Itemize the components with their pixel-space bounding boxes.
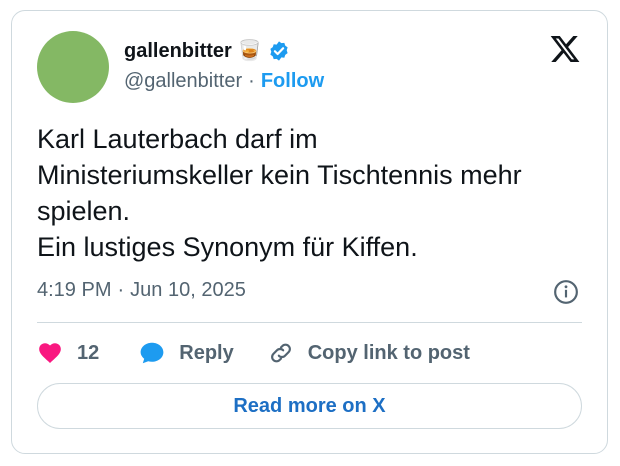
handle-separator: · [248, 70, 255, 92]
read-more-button[interactable]: Read more on X [37, 383, 582, 429]
x-logo-icon[interactable] [549, 33, 581, 65]
link-icon [270, 343, 291, 363]
action-bar: 12 Reply Copy link to post [37, 337, 470, 369]
tweet-timestamp[interactable]: 4:19 PM · Jun 10, 2025 [37, 279, 246, 302]
like-count: 12 [77, 341, 100, 364]
reply-label: Reply [179, 341, 234, 364]
author-name-row: gallenbitter 🥃 [124, 38, 290, 63]
like-button[interactable]: 12 [37, 340, 99, 366]
follow-button[interactable]: Follow [261, 70, 324, 93]
timestamp-separator: · [117, 279, 125, 301]
copy-link-button[interactable]: Copy link to post [268, 340, 470, 366]
divider [37, 322, 582, 323]
verified-badge-icon [270, 40, 288, 61]
handle-row: @gallenbitter · Follow [124, 70, 324, 93]
heart-icon [39, 343, 61, 363]
display-name[interactable]: gallenbitter 🥃 [124, 38, 262, 63]
tweet-time: 4:19 PM [37, 279, 112, 301]
info-icon[interactable] [553, 279, 579, 305]
tweet-card: gallenbitter 🥃 @gallenbitter · Follow Ka… [11, 10, 608, 454]
avatar[interactable] [37, 31, 109, 103]
reply-button[interactable]: Reply [139, 340, 234, 366]
author-handle[interactable]: @gallenbitter [124, 70, 242, 93]
speech-bubble-icon [140, 342, 164, 364]
tweet-text: Karl Lauterbach darf im Ministeriumskell… [37, 124, 522, 262]
copy-link-label: Copy link to post [307, 341, 470, 364]
tweet-date: Jun 10, 2025 [130, 279, 246, 301]
